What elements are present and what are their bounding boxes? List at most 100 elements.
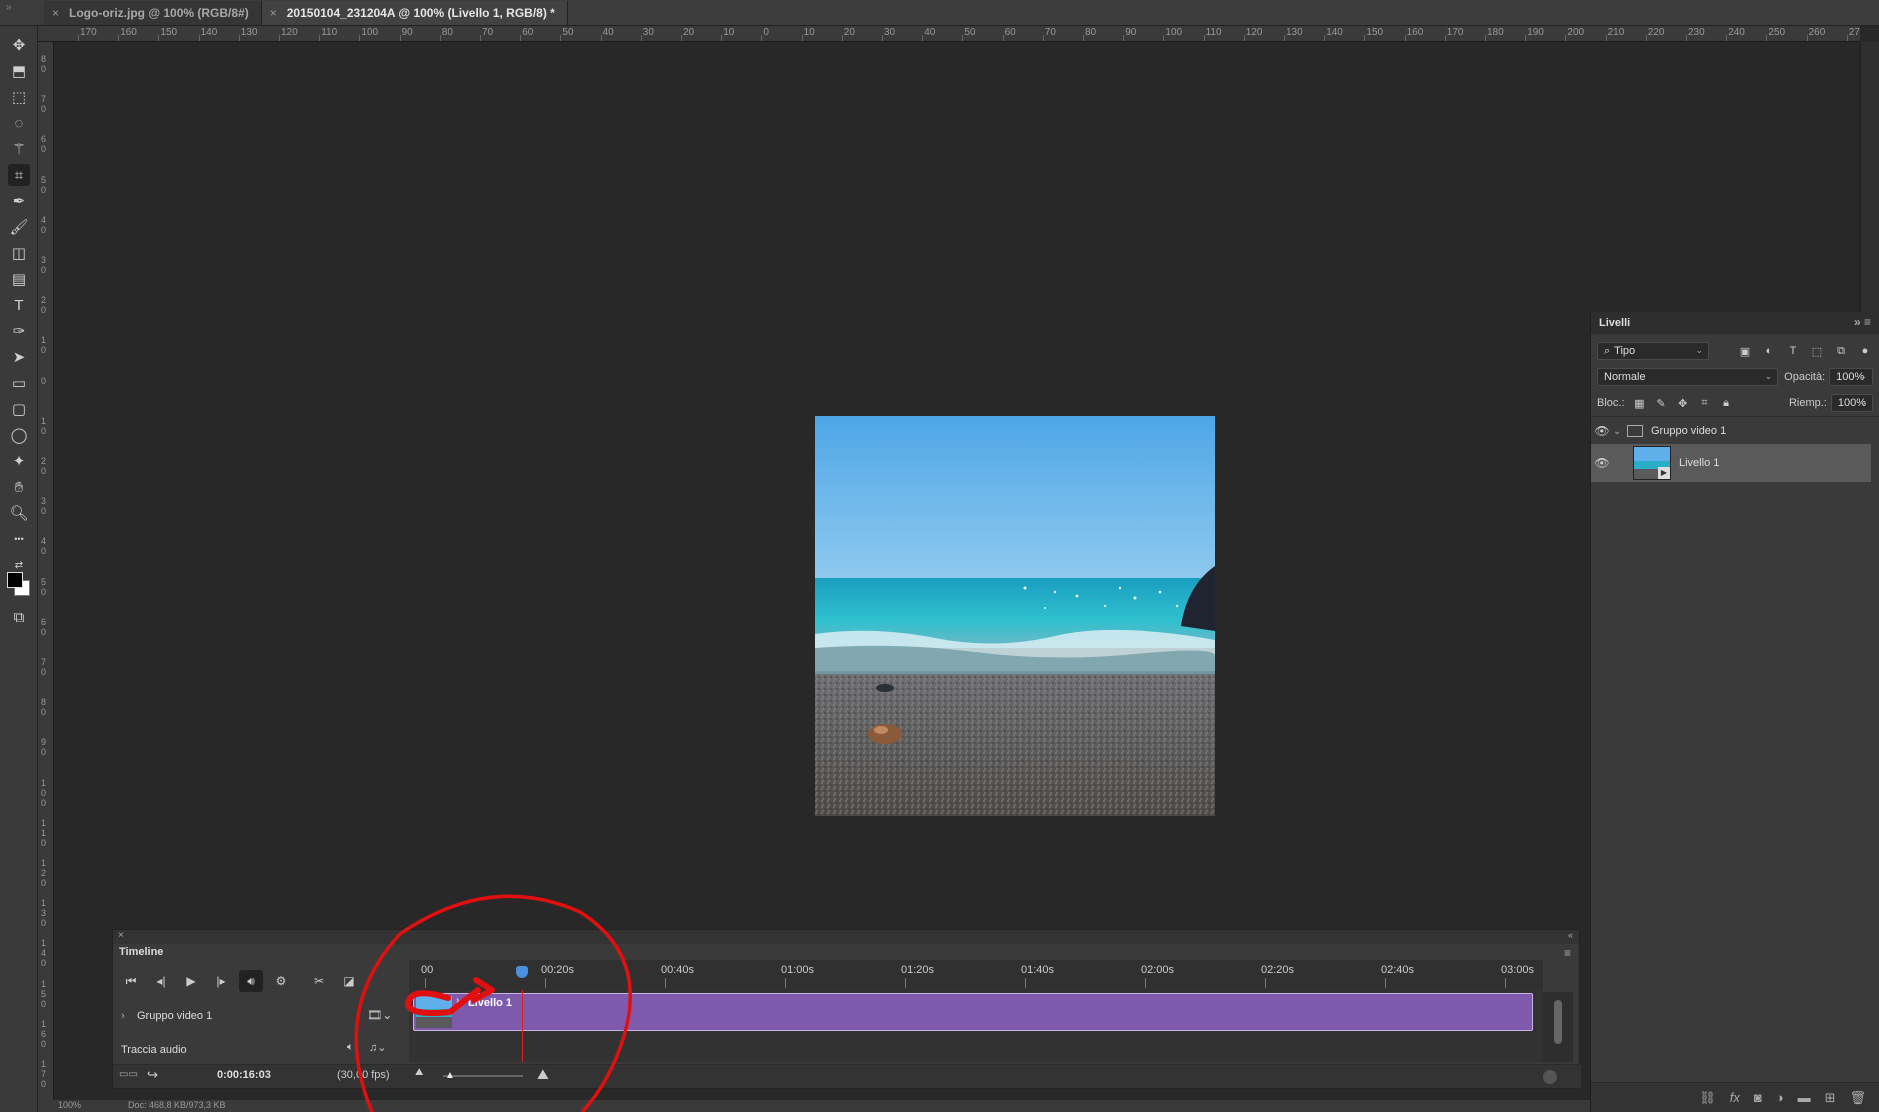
- ruler-label: 50: [41, 174, 47, 195]
- link-icon[interactable]: ⛓︎: [1699, 1090, 1716, 1106]
- blend-mode-dropdown[interactable]: Normale ⌄: [1597, 368, 1779, 386]
- render-video-icon[interactable]: ↪: [147, 1067, 158, 1083]
- crop-icon[interactable]: ⌗: [8, 164, 30, 186]
- marquee-icon[interactable]: ⬚: [8, 86, 30, 108]
- ruler-label: 60: [41, 134, 47, 155]
- timeline-zoom-slider[interactable]: [443, 1075, 523, 1077]
- video-track-label: Gruppo video 1: [137, 1010, 213, 1022]
- filter-adjustment-icon[interactable]: ◐: [1761, 343, 1777, 359]
- magic-wand-icon[interactable]: ⚚: [8, 138, 30, 160]
- pen-icon[interactable]: ✑: [8, 320, 30, 342]
- zoom-out-icon[interactable]: ⛰︎: [415, 1067, 423, 1078]
- timeline-vertical-scrollbar[interactable]: [1543, 992, 1573, 1062]
- hand-icon[interactable]: ✋︎: [8, 476, 30, 498]
- play-button[interactable]: ▶: [179, 970, 203, 992]
- film-strip-icon[interactable]: 🎞︎⌄: [367, 1008, 392, 1022]
- transition-button[interactable]: ◪: [337, 970, 361, 992]
- collapse-panel-icon[interactable]: «: [1568, 930, 1573, 940]
- ruler-label: 30: [41, 496, 47, 517]
- scroll-end-button[interactable]: [1543, 1070, 1557, 1084]
- type-icon[interactable]: T: [8, 294, 30, 316]
- chevron-down-icon[interactable]: ⌄: [1613, 426, 1627, 437]
- lasso-icon[interactable]: ◌: [8, 112, 30, 134]
- timecode-label: 00: [421, 964, 434, 976]
- lock-all-icon[interactable]: 🔒︎: [1719, 395, 1733, 411]
- rounded-rect-icon[interactable]: ▢: [8, 398, 30, 420]
- ruler-label: 120: [281, 27, 298, 38]
- music-note-icon[interactable]: ♫⌄: [369, 1041, 386, 1054]
- new-layer-icon[interactable]: ⊞: [1825, 1090, 1836, 1106]
- adjustment-icon[interactable]: ◑: [1776, 1090, 1784, 1105]
- timecode-tick: [785, 978, 786, 988]
- path-select-icon[interactable]: ➤: [8, 346, 30, 368]
- lock-pixels-icon[interactable]: ✎: [1654, 395, 1668, 411]
- playhead-marker[interactable]: [515, 966, 528, 978]
- lock-position-icon[interactable]: ✥: [1676, 395, 1690, 411]
- eye-icon[interactable]: 👁︎: [1591, 456, 1613, 470]
- timecode-tick: [545, 978, 546, 988]
- ruler-tick: [1404, 35, 1406, 41]
- fx-icon[interactable]: fx: [1730, 1090, 1740, 1105]
- mask-icon[interactable]: ◙: [1754, 1090, 1762, 1105]
- document-image[interactable]: [815, 416, 1215, 816]
- tab-video-document[interactable]: × 20150104_231204A @ 100% (Livello 1, RG…: [261, 1, 568, 25]
- layer-filter-dropdown[interactable]: ⌕ Tipo ⌄: [1597, 342, 1709, 360]
- ruler-label: 30: [41, 255, 47, 275]
- ruler-label: 60: [41, 616, 47, 637]
- move-icon[interactable]: ✥: [8, 34, 30, 56]
- frame-animation-icon[interactable]: ▭▭: [119, 1069, 138, 1080]
- previous-frame-button[interactable]: ◂|: [149, 970, 173, 992]
- more-tools-icon[interactable]: •••: [8, 528, 30, 550]
- video-clip-livello-1[interactable]: › Livello 1: [413, 993, 1533, 1031]
- zoom-icon[interactable]: 🔍︎: [8, 502, 30, 524]
- trash-icon[interactable]: 🗑︎: [1849, 1090, 1866, 1106]
- audio-mute-icon[interactable]: 🔈︎: [347, 1041, 354, 1054]
- split-at-playhead-button[interactable]: ✂︎: [307, 970, 331, 992]
- custom-shape-icon[interactable]: ✦: [8, 450, 30, 472]
- canvas-vertical-scrollbar[interactable]: [1860, 42, 1879, 312]
- ellipse-icon[interactable]: ◯: [8, 424, 30, 446]
- fill-field[interactable]: 100% ⌄: [1830, 394, 1873, 412]
- layer-row-gruppo-video[interactable]: 👁︎ ⌄ Gruppo video 1: [1591, 420, 1871, 442]
- lock-artboard-icon[interactable]: ⌗: [1698, 395, 1712, 411]
- timeline-menu-icon[interactable]: ≡: [1564, 946, 1571, 960]
- filter-shape-icon[interactable]: ⬚: [1809, 343, 1825, 359]
- mute-audio-button[interactable]: 🔊︎: [239, 970, 263, 992]
- ruler-label: 110: [321, 27, 338, 38]
- panel-menu-icon[interactable]: » ≡: [1854, 315, 1871, 329]
- timeline-ruler[interactable]: 00 00:20s 00:40s 01:00s 01:20s 01:40s 02:00s 02…: [409, 960, 1543, 990]
- ruler-label: 100: [361, 27, 379, 38]
- speaker-icon: 🔊︎: [247, 973, 255, 988]
- eraser-icon[interactable]: ◫: [8, 242, 30, 264]
- screen-mode-icon[interactable]: ⧉: [8, 606, 30, 628]
- close-panel-icon[interactable]: ×: [118, 930, 124, 941]
- close-tab-icon[interactable]: ×: [52, 6, 59, 20]
- filter-toggle-icon[interactable]: ●: [1857, 343, 1873, 359]
- filter-pixel-icon[interactable]: ▣: [1737, 343, 1753, 359]
- brush-icon[interactable]: 🖌︎: [8, 216, 30, 238]
- playback-settings-button[interactable]: ⚙︎: [269, 970, 293, 992]
- go-to-first-frame-button[interactable]: ⏮︎: [119, 970, 143, 992]
- eye-icon[interactable]: 👁︎: [1591, 424, 1613, 438]
- expand-track-icon[interactable]: ›: [121, 1010, 125, 1022]
- clip-expand-icon[interactable]: ›: [456, 995, 459, 1006]
- gradient-icon[interactable]: ▤: [8, 268, 30, 290]
- next-frame-button[interactable]: |▸: [209, 970, 233, 992]
- filter-smart-icon[interactable]: ⧉: [1833, 343, 1849, 359]
- collapse-toolbar-icon[interactable]: »: [0, 0, 44, 25]
- close-tab-icon[interactable]: ×: [270, 6, 277, 20]
- track-area[interactable]: › Livello 1 + +: [409, 990, 1561, 1062]
- layer-row-livello-1[interactable]: 👁︎ ▶ Livello 1: [1591, 444, 1871, 482]
- opacity-field[interactable]: 100% ⌄: [1829, 368, 1873, 386]
- lock-transparent-icon[interactable]: ▦: [1633, 395, 1647, 411]
- eyedropper-icon[interactable]: ✒: [8, 190, 30, 212]
- zoom-slider-thumb[interactable]: ▲: [445, 1070, 455, 1081]
- folder-icon[interactable]: ▬: [1798, 1090, 1811, 1105]
- tab-logo-oriz[interactable]: × Logo-oriz.jpg @ 100% (RGB/8#): [44, 1, 262, 25]
- zoom-in-icon[interactable]: ⛰︎: [537, 1066, 549, 1083]
- artboard-icon[interactable]: ⬒: [8, 60, 30, 82]
- foreground-color-swatch[interactable]: [7, 572, 23, 588]
- filter-type-icon[interactable]: T: [1785, 343, 1801, 359]
- rectangle-icon[interactable]: ▭: [8, 372, 30, 394]
- ruler-label: 100: [41, 777, 47, 808]
